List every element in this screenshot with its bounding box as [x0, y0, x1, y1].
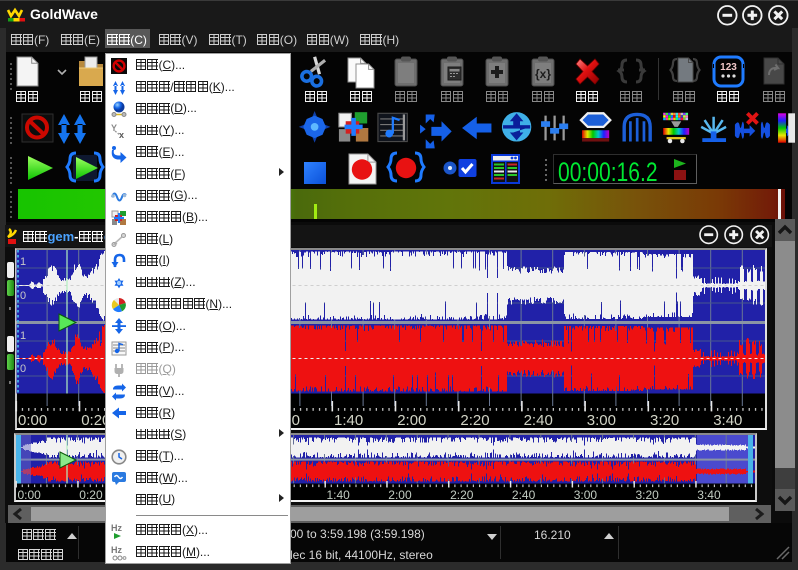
svg-text:0:20: 0:20	[79, 488, 103, 502]
svg-text:2:00: 2:00	[388, 488, 412, 502]
svg-text:3:40: 3:40	[697, 488, 721, 502]
svg-text:2:20: 2:20	[450, 488, 474, 502]
svg-text:Hz: Hz	[111, 523, 122, 533]
svg-text:1:40: 1:40	[327, 488, 351, 502]
svg-text:3:20: 3:20	[636, 488, 660, 502]
svg-text:2:40: 2:40	[512, 488, 536, 502]
svg-text:3:00: 3:00	[574, 488, 598, 502]
svg-text:Hz: Hz	[111, 545, 122, 555]
svg-text:x: x	[119, 130, 124, 140]
svg-text:0:00: 0:00	[18, 488, 42, 502]
